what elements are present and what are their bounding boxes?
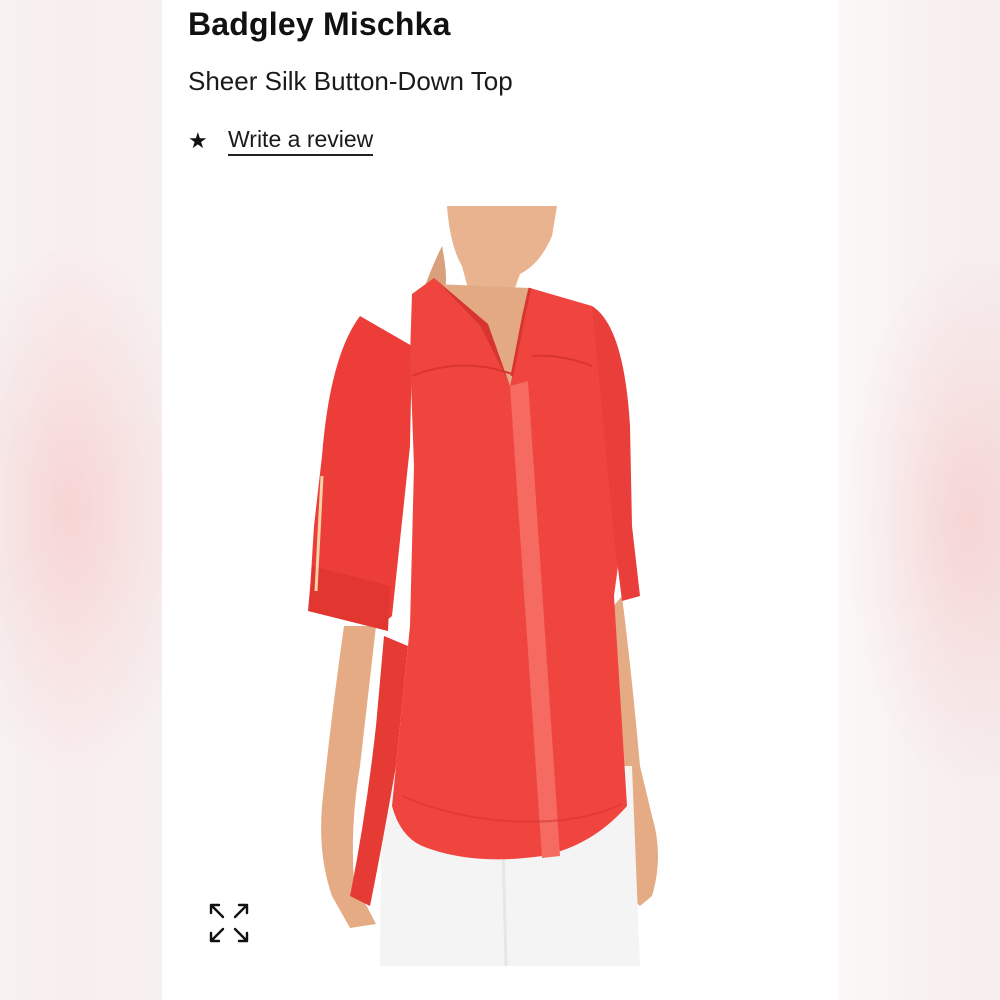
blurred-background-right [838, 0, 1000, 1000]
star-icon: ★ [188, 128, 208, 153]
screen: Badgley Mischka Sheer Silk Button-Down T… [0, 0, 1000, 1000]
write-review-link[interactable]: Write a review [228, 126, 374, 156]
product-image[interactable] [292, 206, 812, 966]
blurred-background-left [0, 0, 200, 1000]
product-title: Sheer Silk Button-Down Top [188, 66, 513, 96]
expand-icon[interactable] [208, 902, 250, 944]
model-face [447, 206, 557, 296]
review-row: ★ Write a review [188, 124, 374, 158]
product-panel: Badgley Mischka Sheer Silk Button-Down T… [162, 0, 838, 1000]
brand-name[interactable]: Badgley Mischka [188, 6, 451, 43]
